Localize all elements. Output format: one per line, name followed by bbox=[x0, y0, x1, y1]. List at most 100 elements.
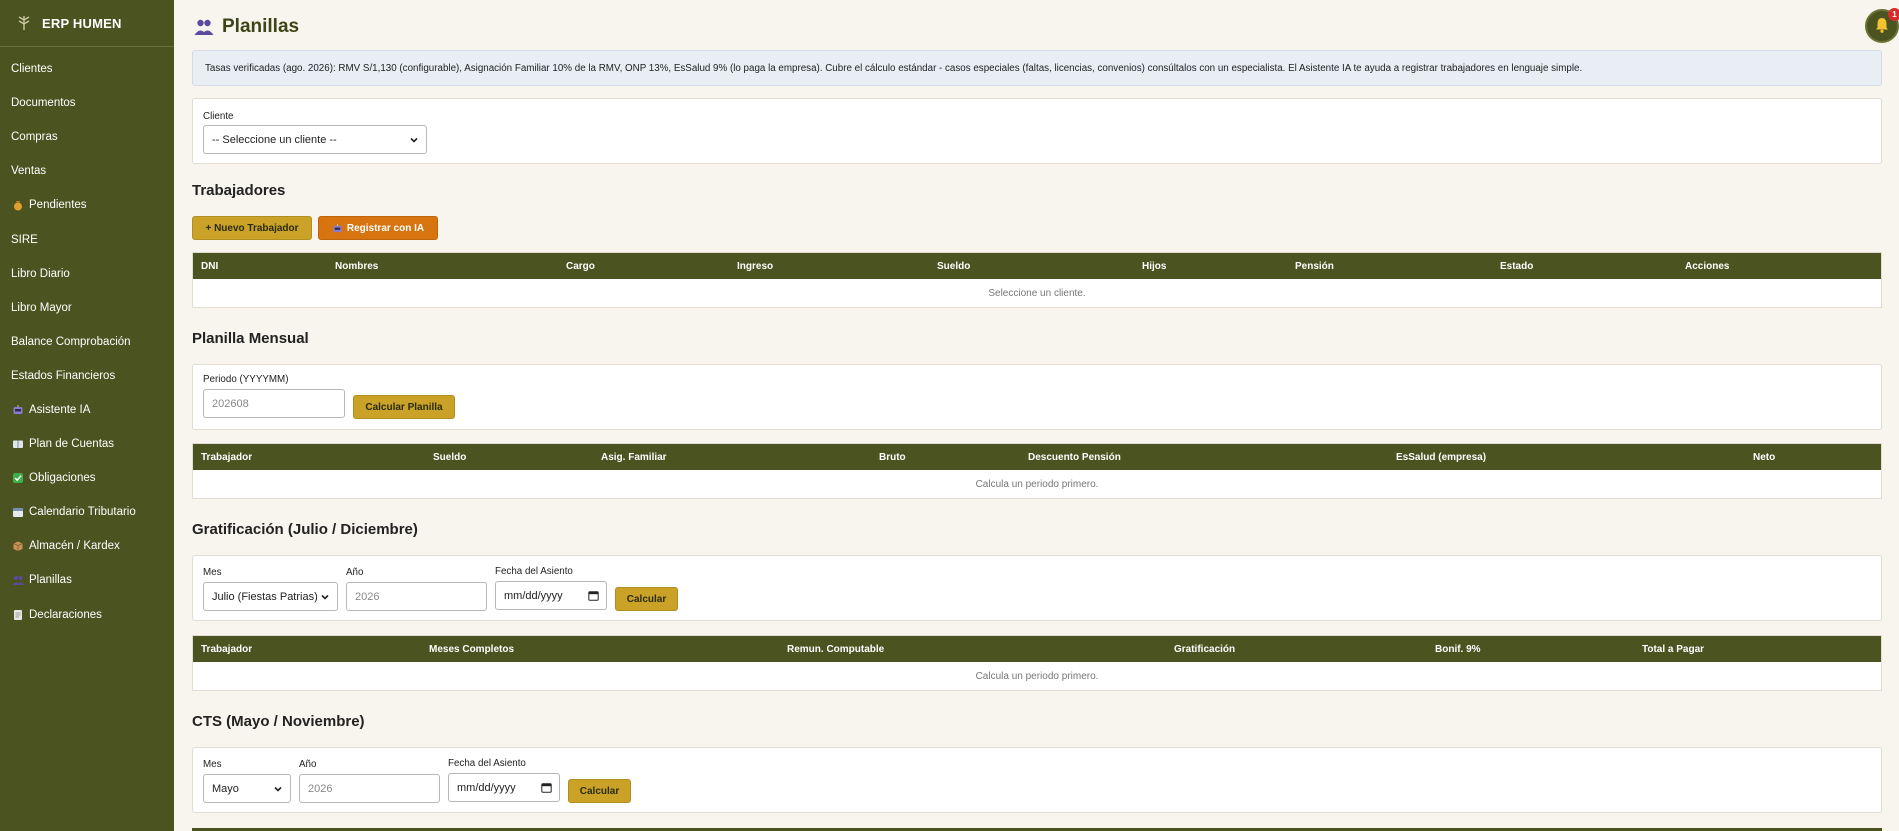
bell-icon bbox=[1873, 16, 1891, 37]
column-header[interactable]: Pensión bbox=[1295, 261, 1334, 272]
payroll-table: Trabajador Sueldo Asig. Familiar Bruto D… bbox=[192, 443, 1882, 499]
book-icon bbox=[11, 437, 25, 451]
payroll-card: Periodo (YYYYMM) 202608 Calcular Planill… bbox=[192, 364, 1882, 430]
column-header[interactable]: DNI bbox=[201, 261, 218, 272]
cts-section-title: CTS (Mayo / Noviembre) bbox=[192, 713, 365, 730]
bonus-date-placeholder: mm/dd/yyyy bbox=[504, 589, 563, 602]
sidebar-item-pendientes[interactable]: Pendientes bbox=[0, 188, 174, 222]
client-label: Cliente bbox=[203, 111, 234, 122]
sidebar-item-balance[interactable]: Balance Comprobación bbox=[0, 325, 174, 359]
sidebar-item-label: Pendientes bbox=[29, 199, 87, 212]
sidebar-item-label: Compras bbox=[11, 131, 58, 144]
sidebar-item-sire[interactable]: SIRE bbox=[0, 222, 174, 256]
client-select[interactable]: -- Seleccione un cliente -- bbox=[203, 125, 427, 154]
sidebar-item-label: Balance Comprobación bbox=[11, 335, 131, 348]
column-header[interactable]: Bonif. 9% bbox=[1435, 644, 1481, 655]
period-input[interactable]: 202608 bbox=[203, 389, 345, 418]
column-header[interactable]: Cargo bbox=[566, 261, 595, 272]
column-header[interactable]: Hijos bbox=[1142, 261, 1166, 272]
bonus-date-label: Fecha del Asiento bbox=[495, 566, 573, 577]
cts-month-select[interactable]: Mayo bbox=[203, 774, 291, 803]
column-header[interactable]: Descuento Pensión bbox=[1028, 452, 1121, 463]
cts-year-input[interactable]: 2026 bbox=[299, 774, 440, 803]
chevron-down-icon bbox=[320, 592, 330, 605]
bonus-month-value: Julio (Fiestas Patrias) bbox=[212, 590, 318, 603]
workers-table: DNI Nombres Cargo Ingreso Sueldo Hijos P… bbox=[192, 252, 1882, 308]
payroll-section-title: Planilla Mensual bbox=[192, 330, 309, 347]
sidebar-item-libro-mayor[interactable]: Libro Mayor bbox=[0, 291, 174, 325]
bonus-date-input[interactable]: mm/dd/yyyy bbox=[495, 581, 607, 610]
column-header[interactable]: Bruto bbox=[879, 452, 906, 463]
column-header[interactable]: Estado bbox=[1500, 261, 1533, 272]
page-header: Planillas bbox=[194, 16, 299, 38]
sidebar-item-calendario[interactable]: Calendario Tributario bbox=[0, 495, 174, 529]
column-header[interactable]: Acciones bbox=[1685, 261, 1729, 272]
sidebar-item-label: Clientes bbox=[11, 63, 53, 76]
column-header[interactable]: Gratificación bbox=[1174, 644, 1235, 655]
column-header[interactable]: Asig. Familiar bbox=[601, 452, 667, 463]
sidebar-item-label: Documentos bbox=[11, 97, 76, 110]
chevron-down-icon bbox=[273, 784, 283, 797]
payroll-table-header: Trabajador Sueldo Asig. Familiar Bruto D… bbox=[193, 444, 1881, 470]
people-icon bbox=[11, 573, 25, 587]
sidebar-item-asistente-ia[interactable]: Asistente IA bbox=[0, 393, 174, 427]
bonus-section-title: Gratificación (Julio / Diciembre) bbox=[192, 521, 418, 538]
column-header[interactable]: Remun. Computable bbox=[787, 644, 884, 655]
money-bag-icon bbox=[11, 198, 25, 212]
bonus-month-select[interactable]: Julio (Fiestas Patrias) bbox=[203, 582, 338, 611]
bonus-year-label: Año bbox=[346, 567, 364, 578]
bonus-table-header: Trabajador Meses Completos Remun. Comput… bbox=[193, 636, 1881, 662]
period-label: Periodo (YYYYMM) bbox=[203, 374, 289, 385]
cts-date-input[interactable]: mm/dd/yyyy bbox=[448, 773, 560, 802]
robot-icon bbox=[11, 403, 25, 417]
brand[interactable]: ERP HUMEN bbox=[0, 0, 174, 47]
workers-empty-row: Seleccione un cliente. bbox=[988, 287, 1086, 299]
calculate-bonus-button[interactable]: Calcular bbox=[615, 587, 678, 611]
sidebar: ERP HUMEN Clientes Documentos Compras Ve… bbox=[0, 0, 174, 831]
new-worker-button[interactable]: + Nuevo Trabajador bbox=[192, 216, 312, 240]
sidebar-item-obligaciones[interactable]: Obligaciones bbox=[0, 461, 174, 495]
box-icon bbox=[11, 539, 25, 553]
column-header[interactable]: Sueldo bbox=[433, 452, 466, 463]
calculate-cts-button[interactable]: Calcular bbox=[568, 779, 631, 803]
column-header[interactable]: Neto bbox=[1753, 452, 1775, 463]
sidebar-item-declaraciones[interactable]: Declaraciones bbox=[0, 598, 174, 632]
cts-date-label: Fecha del Asiento bbox=[448, 758, 526, 769]
column-header[interactable]: Trabajador bbox=[201, 452, 252, 463]
chevron-down-icon bbox=[409, 135, 419, 148]
sidebar-item-ventas[interactable]: Ventas bbox=[0, 154, 174, 188]
workers-table-header: DNI Nombres Cargo Ingreso Sueldo Hijos P… bbox=[193, 253, 1881, 279]
register-ai-button[interactable]: Registrar con IA bbox=[318, 216, 438, 240]
check-icon bbox=[11, 471, 25, 485]
sidebar-item-libro-diario[interactable]: Libro Diario bbox=[0, 257, 174, 291]
sidebar-item-label: Plan de Cuentas bbox=[29, 438, 115, 451]
bonus-year-input[interactable]: 2026 bbox=[346, 582, 487, 611]
notifications-button[interactable]: 1 bbox=[1865, 8, 1899, 43]
sidebar-nav: Clientes Documentos Compras Ventas Pendi… bbox=[0, 47, 174, 632]
page-title: Planillas bbox=[222, 16, 300, 37]
sidebar-item-almacen[interactable]: Almacén / Kardex bbox=[0, 529, 174, 563]
calculate-payroll-button[interactable]: Calcular Planilla bbox=[353, 395, 455, 419]
sidebar-item-compras[interactable]: Compras bbox=[0, 120, 174, 154]
sidebar-item-label: Libro Diario bbox=[11, 267, 70, 280]
column-header[interactable]: EsSalud (empresa) bbox=[1396, 452, 1486, 463]
sidebar-item-documentos[interactable]: Documentos bbox=[0, 86, 174, 120]
sidebar-item-estados-financieros[interactable]: Estados Financieros bbox=[0, 359, 174, 393]
register-ai-label: Registrar con IA bbox=[346, 222, 425, 234]
bonus-empty-row: Calcula un periodo primero. bbox=[975, 670, 1099, 682]
column-header[interactable]: Total a Pagar bbox=[1642, 644, 1704, 655]
robot-icon bbox=[332, 223, 343, 234]
calendar-icon[interactable] bbox=[541, 782, 552, 796]
sidebar-item-planillas[interactable]: Planillas bbox=[0, 563, 174, 597]
column-header[interactable]: Ingreso bbox=[737, 261, 773, 272]
client-card: Cliente -- Seleccione un cliente -- bbox=[192, 98, 1882, 164]
cts-month-value: Mayo bbox=[212, 782, 239, 795]
column-header[interactable]: Sueldo bbox=[937, 261, 970, 272]
sidebar-item-label: Declaraciones bbox=[29, 608, 102, 621]
calendar-icon[interactable] bbox=[588, 590, 599, 604]
column-header[interactable]: Meses Completos bbox=[429, 644, 514, 655]
column-header[interactable]: Trabajador bbox=[201, 644, 252, 655]
sidebar-item-plan-cuentas[interactable]: Plan de Cuentas bbox=[0, 427, 174, 461]
sidebar-item-clientes[interactable]: Clientes bbox=[0, 52, 174, 86]
column-header[interactable]: Nombres bbox=[335, 261, 378, 272]
